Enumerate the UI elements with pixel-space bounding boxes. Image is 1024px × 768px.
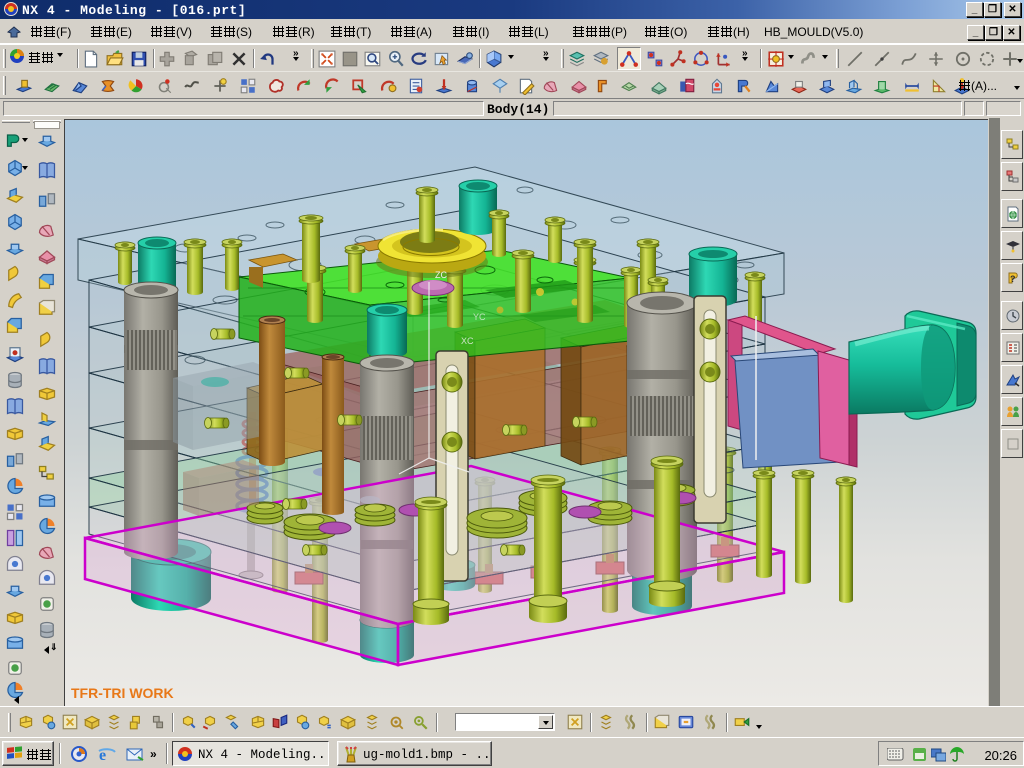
svg-text:YC: YC	[473, 312, 486, 322]
svg-text:ZC: ZC	[435, 270, 447, 280]
svg-text:TFR-TRI WORK: TFR-TRI WORK	[71, 685, 174, 701]
svg-text:?: ?	[1010, 274, 1016, 284]
svg-text:XC: XC	[461, 336, 474, 346]
